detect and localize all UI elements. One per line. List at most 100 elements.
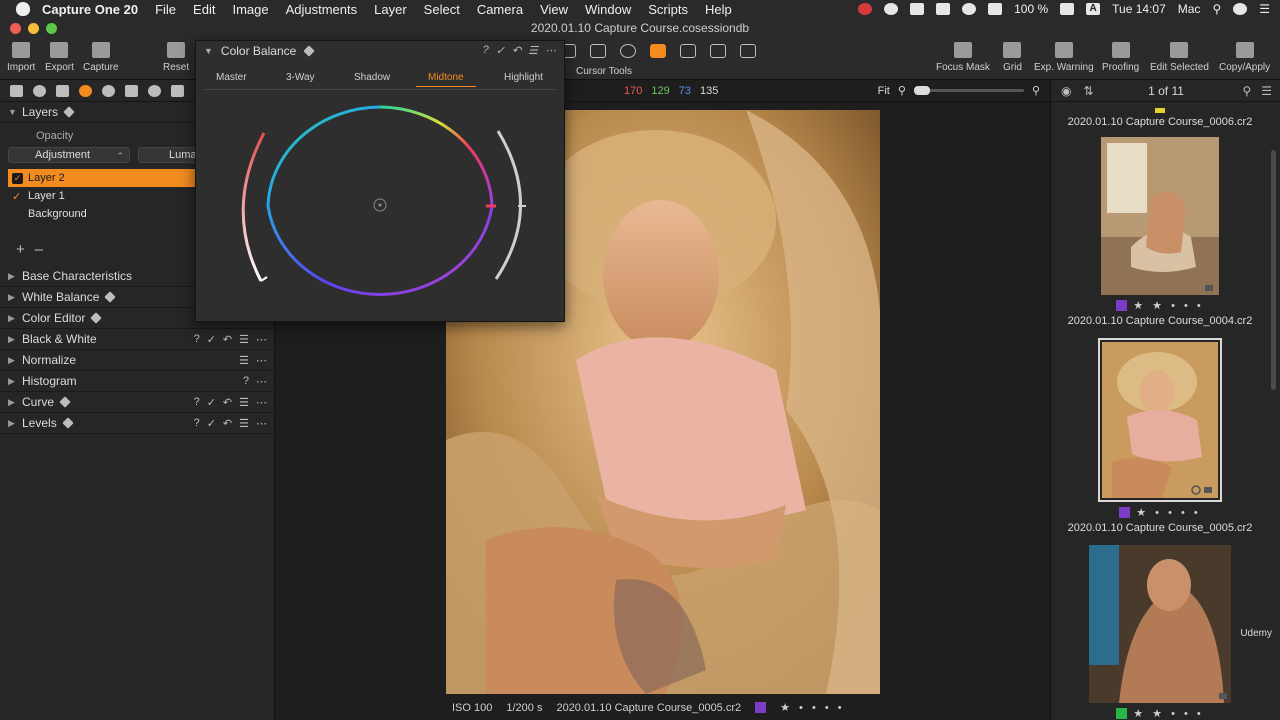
metadata-tab-icon[interactable] xyxy=(148,84,161,97)
more-icon[interactable]: ⋯ xyxy=(256,354,267,367)
menu-select[interactable]: Select xyxy=(424,2,460,17)
help-icon[interactable]: ? xyxy=(194,396,200,408)
input-source-icon[interactable]: A xyxy=(1086,3,1101,15)
layer-visibility-checkbox[interactable]: ✓ xyxy=(12,190,23,203)
menubar-user[interactable]: Mac xyxy=(1178,2,1201,16)
tab-highlight[interactable]: Highlight xyxy=(504,72,543,83)
tool-black-white[interactable]: ▶ Black & White? ✓ ↶ ☰ ⋯ xyxy=(0,329,275,350)
proofing-button[interactable]: Proofing xyxy=(1102,42,1139,73)
star-rating[interactable]: ★ ★ • • • xyxy=(1133,299,1204,312)
keystone-tool-icon[interactable] xyxy=(590,44,606,58)
capture-tab-icon[interactable] xyxy=(33,84,46,97)
spot-removal-tool-icon[interactable] xyxy=(620,44,636,58)
menu-camera[interactable]: Camera xyxy=(477,2,523,17)
presets-icon[interactable]: ☰ xyxy=(528,44,538,57)
battery-icon[interactable] xyxy=(1060,3,1075,15)
more-icon[interactable]: ⋯ xyxy=(256,396,267,409)
zoom-label[interactable]: Fit xyxy=(878,85,890,97)
reset-icon[interactable]: ↶ xyxy=(223,333,232,346)
color-tag[interactable] xyxy=(1155,108,1165,113)
zoom-slider-thumb[interactable] xyxy=(913,86,930,95)
menu-adjustments[interactable]: Adjustments xyxy=(286,2,358,17)
zoom-out-icon[interactable]: ⚲ xyxy=(898,84,906,97)
settings-tab-icon[interactable] xyxy=(171,84,184,97)
pin-icon[interactable] xyxy=(62,417,74,429)
reset-icon[interactable]: ↶ xyxy=(223,396,232,409)
pin-icon[interactable] xyxy=(90,312,103,324)
color-balance-header[interactable]: ▼ Color Balance ? ✓ ↶ ☰ ⋯ xyxy=(196,41,564,61)
edit-selected-button[interactable]: Edit Selected xyxy=(1150,42,1209,73)
exposure-warning-button[interactable]: Exp. Warning xyxy=(1034,42,1094,73)
list-view-icon[interactable]: ☰ xyxy=(1261,84,1272,98)
color-tag[interactable] xyxy=(755,702,767,713)
pin-icon[interactable] xyxy=(59,396,71,408)
reset-icon[interactable]: ↶ xyxy=(512,44,521,57)
spotlight-icon[interactable]: ⚲ xyxy=(1212,2,1221,16)
tool-curve[interactable]: ▶ Curve? ✓ ↶ ☰ ⋯ xyxy=(0,392,275,413)
help-icon[interactable]: ? xyxy=(194,417,200,429)
apple-icon[interactable] xyxy=(16,2,30,16)
copy-apply-button[interactable]: Copy/Apply xyxy=(1219,42,1270,73)
more-icon[interactable]: ⋯ xyxy=(256,333,267,346)
picker-icon[interactable]: ✓ xyxy=(207,417,216,430)
menu-help[interactable]: Help xyxy=(705,2,732,17)
notification-center-icon[interactable]: ☰ xyxy=(1259,2,1270,16)
thumb-image[interactable] xyxy=(1101,137,1219,295)
tool-normalize[interactable]: ▶ Normalize ☰ ⋯ xyxy=(0,350,275,371)
creative-cloud-icon[interactable] xyxy=(884,3,899,15)
import-button[interactable]: Import xyxy=(7,42,35,73)
pin-icon[interactable] xyxy=(104,291,117,303)
menu-edit[interactable]: Edit xyxy=(193,2,215,17)
color-tag[interactable] xyxy=(1119,507,1131,518)
help-icon[interactable]: ? xyxy=(243,375,249,387)
tool-levels[interactable]: ▶ Levels? ✓ ↶ ☰ ⋯ xyxy=(0,413,275,434)
more-icon[interactable]: ⋯ xyxy=(256,417,267,430)
library-tab-icon[interactable] xyxy=(10,84,23,97)
zoom-in-icon[interactable]: ⚲ xyxy=(1032,84,1040,97)
color-picker-tool-icon[interactable] xyxy=(650,44,666,58)
details-tab-icon[interactable] xyxy=(102,84,115,97)
menu-scripts[interactable]: Scripts xyxy=(648,2,688,17)
more-icon[interactable]: ⋯ xyxy=(256,375,267,388)
focus-mask-button[interactable]: Focus Mask xyxy=(936,42,990,73)
presets-icon[interactable]: ☰ xyxy=(239,417,249,430)
wifi-icon[interactable] xyxy=(962,3,977,15)
screen-recorder-icon[interactable] xyxy=(858,3,873,15)
tab-3-way[interactable]: 3-Way xyxy=(286,72,315,83)
saturation-arc[interactable] xyxy=(241,132,266,282)
layer-visibility-checkbox[interactable]: ✓ xyxy=(12,172,23,184)
pin-icon[interactable] xyxy=(63,106,75,118)
dropbox-icon[interactable] xyxy=(910,3,925,15)
star-rating[interactable]: ★ ★ • • • xyxy=(1133,707,1204,720)
thumbnail-0005[interactable]: ★ • • • • 2020.01.10 Capture Course_0005… xyxy=(1051,338,1269,534)
gradient-tool-icon[interactable] xyxy=(740,44,756,58)
star-rating[interactable]: ★ • • • • xyxy=(780,701,845,714)
lightness-arc[interactable] xyxy=(494,130,522,280)
volume-icon[interactable] xyxy=(988,3,1003,15)
tool-histogram[interactable]: ▶ Histogram? ⋯ xyxy=(0,371,275,392)
thumbnail-0006[interactable]: 2020.01.10 Capture Course_0006.cr2 xyxy=(1051,104,1269,128)
bluetooth-icon[interactable] xyxy=(936,3,951,15)
help-icon[interactable]: ? xyxy=(194,333,200,345)
grid-button[interactable]: Grid xyxy=(1003,42,1022,73)
thumb-image-selected[interactable] xyxy=(1098,338,1222,502)
brush-tool-icon[interactable] xyxy=(680,44,696,58)
menu-view[interactable]: View xyxy=(540,2,568,17)
search-icon[interactable]: ⚲ xyxy=(1242,84,1251,98)
color-wheel[interactable] xyxy=(234,99,534,319)
menu-app-name[interactable]: Capture One 20 xyxy=(42,2,138,17)
presets-icon[interactable]: ☰ xyxy=(239,396,249,409)
browser-scrollbar[interactable] xyxy=(1271,150,1276,390)
picker-icon[interactable]: ✓ xyxy=(496,44,505,57)
reset-icon[interactable]: ↶ xyxy=(223,417,232,430)
color-tab-icon[interactable] xyxy=(79,84,92,97)
adjustments-tab-icon[interactable] xyxy=(125,84,138,97)
picker-icon[interactable]: ✓ xyxy=(207,333,216,346)
star-rating[interactable]: ★ • • • • xyxy=(1136,506,1201,519)
eraser-tool-icon[interactable] xyxy=(710,44,726,58)
tab-master[interactable]: Master xyxy=(216,72,247,83)
color-tag[interactable] xyxy=(1116,708,1128,719)
add-layer-button[interactable]: + xyxy=(16,241,25,258)
thumb-image[interactable] xyxy=(1089,545,1231,703)
menu-image[interactable]: Image xyxy=(232,2,268,17)
